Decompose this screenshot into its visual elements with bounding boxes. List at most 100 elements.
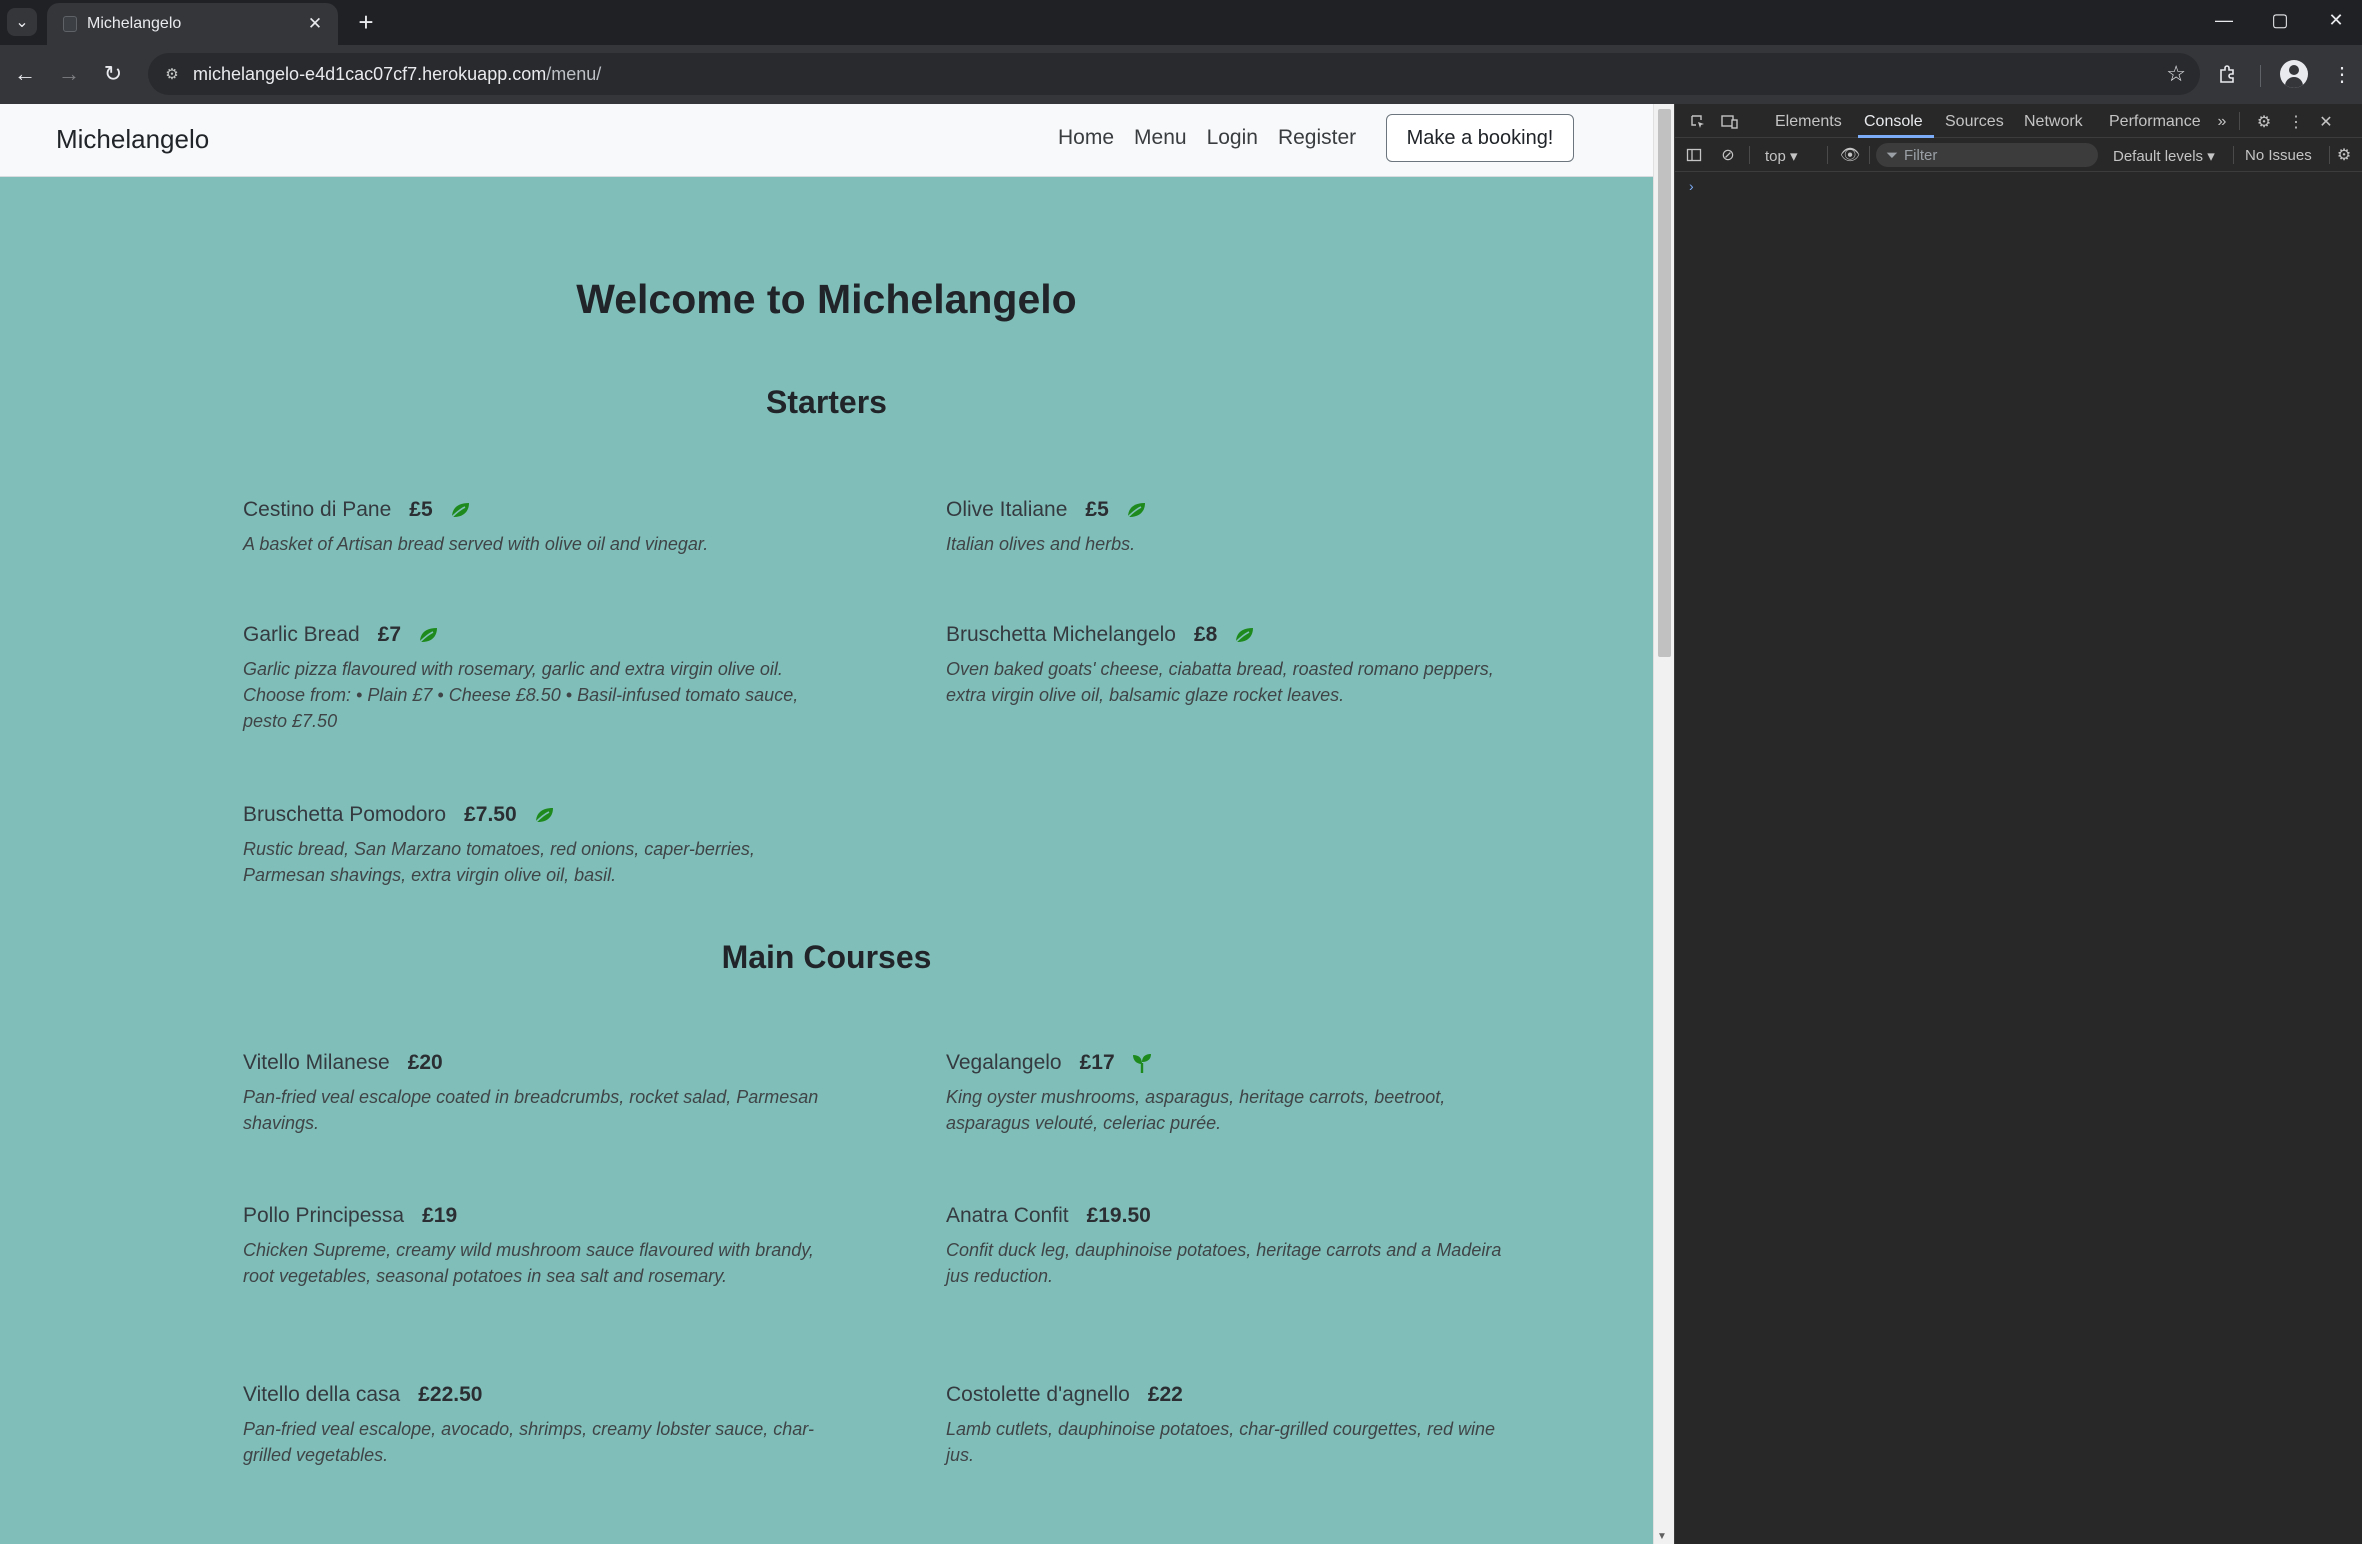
devtools-tab-console[interactable]: Console bbox=[1864, 113, 1923, 131]
menu-item-name: Vegalangelo bbox=[946, 1051, 1062, 1074]
page-scrollbar[interactable]: ▼ bbox=[1653, 104, 1674, 1544]
menu-item-description: Pan-fried veal escalope, avocado, shrimp… bbox=[243, 1419, 814, 1465]
bookmark-star-icon[interactable]: ☆ bbox=[2166, 61, 2186, 87]
close-window-button[interactable]: ✕ bbox=[2308, 0, 2362, 40]
inspect-element-icon[interactable] bbox=[1687, 111, 1709, 133]
browser-toolbar: ← → ↻ ⚙ michelangelo-e4d1cac07cf7.heroku… bbox=[0, 45, 2362, 104]
nav-link-login[interactable]: Login bbox=[1207, 126, 1258, 150]
menu-item-description: Garlic pizza flavoured with rosemary, ga… bbox=[243, 659, 799, 731]
back-button[interactable]: ← bbox=[8, 57, 42, 91]
devtools-tabbar: Elements Console Sources Network Perform… bbox=[1675, 104, 2362, 138]
menu-item-name: Vitello della casa bbox=[243, 1383, 401, 1406]
menu-item-description: Confit duck leg, dauphinoise potatoes, h… bbox=[946, 1240, 1502, 1286]
favicon-icon bbox=[63, 16, 77, 32]
menu-item-description: Lamb cutlets, dauphinoise potatoes, char… bbox=[946, 1419, 1495, 1465]
extensions-icon[interactable] bbox=[2212, 58, 2244, 90]
url-text: michelangelo-e4d1cac07cf7.herokuapp.com/… bbox=[193, 64, 602, 84]
menu-item-price: £19.50 bbox=[1086, 1204, 1151, 1227]
reload-button[interactable]: ↻ bbox=[96, 57, 130, 91]
menu-item: Bruschetta Michelangelo £8 Oven baked goat… bbox=[946, 621, 1526, 708]
devtools-close-icon[interactable]: ✕ bbox=[2315, 111, 2337, 133]
console-toolbar: ⊘ top ▾ 👁 ⏷ Filter Default levels ▾ No I… bbox=[1675, 138, 2362, 172]
devtools-settings-icon[interactable]: ⚙ bbox=[2253, 111, 2275, 133]
section-title-starters: Starters bbox=[766, 384, 887, 420]
menu-item-price: £19 bbox=[422, 1204, 458, 1227]
devtools-tab-network[interactable]: Network bbox=[2024, 113, 2083, 131]
nav-link-register[interactable]: Register bbox=[1278, 126, 1356, 150]
minimize-button[interactable]: — bbox=[2196, 0, 2252, 40]
menu-item-description: Chicken Supreme, creamy wild mushroom sa… bbox=[243, 1240, 814, 1286]
menu-item-name: Garlic Bread bbox=[243, 623, 360, 646]
site-brand[interactable]: Michelangelo bbox=[56, 124, 209, 155]
devtools-menu-icon[interactable]: ⋮ bbox=[2285, 111, 2307, 133]
menu-item-name: Costolette d'agnello bbox=[946, 1383, 1130, 1406]
scroll-down-arrow[interactable]: ▼ bbox=[1657, 1531, 1667, 1542]
leaf-icon bbox=[533, 806, 555, 824]
browser-tab[interactable]: Michelangelo ✕ bbox=[47, 3, 338, 45]
profile-avatar[interactable] bbox=[2280, 60, 2308, 88]
menu-item: Costolette d'agnello £22 Lamb cutlets, dau… bbox=[946, 1381, 1526, 1468]
nav-link-home[interactable]: Home bbox=[1058, 126, 1114, 150]
forward-button[interactable]: → bbox=[52, 57, 86, 91]
tab-strip: ⌄ Michelangelo ✕ + — ▢ ✕ bbox=[0, 0, 2362, 45]
menu-item-price: £22.50 bbox=[418, 1383, 483, 1406]
menu-item-description: King oyster mushrooms, asparagus, herita… bbox=[946, 1087, 1446, 1133]
leaf-icon bbox=[417, 626, 439, 644]
nav-link-menu[interactable]: Menu bbox=[1134, 126, 1187, 150]
live-expression-eye-icon[interactable]: 👁 bbox=[1839, 144, 1861, 166]
menu-item-description: Italian olives and herbs. bbox=[946, 534, 1136, 554]
menu-item-price: £22 bbox=[1147, 1383, 1183, 1406]
menu-item-name: Vitello Milanese bbox=[243, 1051, 390, 1074]
site-navbar: Michelangelo Home Menu Login Register Ma… bbox=[0, 104, 1653, 177]
console-filter-input[interactable]: ⏷ Filter bbox=[1876, 143, 2098, 167]
address-bar[interactable]: ⚙ michelangelo-e4d1cac07cf7.herokuapp.co… bbox=[148, 53, 2200, 95]
menu-item-price: £17 bbox=[1079, 1051, 1115, 1074]
menu-item-price: £5 bbox=[1085, 498, 1109, 521]
menu-item-name: Pollo Principessa bbox=[243, 1204, 405, 1227]
menu-item-price: £7 bbox=[377, 623, 402, 646]
more-tabs-icon[interactable]: » bbox=[2211, 111, 2233, 133]
menu-item: Olive Italiane £5 Italian olives and herbs… bbox=[946, 496, 1526, 557]
menu-item: Garlic Bread £7 Garlic pizza flavoured wit… bbox=[243, 621, 823, 734]
menu-item: Vitello Milanese £20 Pan-fried veal escalo… bbox=[243, 1049, 823, 1136]
console-settings-icon[interactable]: ⚙ bbox=[2333, 144, 2355, 166]
browser-menu-icon[interactable]: ⋮ bbox=[2326, 58, 2358, 90]
menu-item-price: £5 bbox=[409, 498, 433, 521]
leaf-icon bbox=[1125, 501, 1147, 519]
menu-item-name: Bruschetta Pomodoro bbox=[243, 803, 447, 826]
issues-counter[interactable]: No Issues bbox=[2245, 147, 2312, 164]
menu-item-name: Cestino di Pane bbox=[243, 498, 392, 521]
menu-item-description: A basket of Artisan bread served with ol… bbox=[243, 534, 709, 554]
new-tab-button[interactable]: + bbox=[350, 6, 382, 38]
log-levels-dropdown[interactable]: Default levels ▾ bbox=[2113, 147, 2215, 165]
page-viewport: Michelangelo Home Menu Login Register Ma… bbox=[0, 104, 1653, 1544]
devtools-tab-sources[interactable]: Sources bbox=[1945, 113, 2004, 131]
tab-search-button[interactable]: ⌄ bbox=[7, 8, 37, 36]
device-toolbar-icon[interactable] bbox=[1719, 111, 1741, 133]
make-booking-button[interactable]: Make a booking! bbox=[1386, 114, 1574, 162]
menu-item-name: Anatra Confit bbox=[946, 1204, 1069, 1227]
nav-links: Home Menu Login Register bbox=[1058, 126, 1356, 150]
menu-item-name: Olive Italiane bbox=[946, 498, 1068, 521]
site-info-icon[interactable]: ⚙ bbox=[162, 64, 182, 84]
maximize-button[interactable]: ▢ bbox=[2252, 0, 2308, 40]
close-tab-icon[interactable]: ✕ bbox=[304, 13, 326, 35]
menu-item: Bruschetta Pomodoro £7.50 Rustic bread, Sa… bbox=[243, 801, 823, 888]
menu-item-description: Rustic bread, San Marzano tomatoes, red … bbox=[243, 839, 755, 885]
console-prompt[interactable]: › bbox=[1689, 178, 1694, 194]
menu-item-price: £20 bbox=[407, 1051, 443, 1074]
menu-item: Cestino di Pane £5 A basket of Artisan bre… bbox=[243, 496, 823, 557]
menu-item: Vitello della casa £22.50 Pan-fried veal e… bbox=[243, 1381, 823, 1468]
menu-item: Vegalangelo £17 King oyster mushrooms, asp… bbox=[946, 1049, 1526, 1136]
devtools-tab-elements[interactable]: Elements bbox=[1775, 113, 1842, 131]
sidebar-toggle-icon[interactable] bbox=[1683, 144, 1705, 166]
seedling-icon bbox=[1131, 1052, 1153, 1074]
scrollbar-thumb[interactable] bbox=[1658, 109, 1671, 657]
devtools-panel: Elements Console Sources Network Perform… bbox=[1674, 104, 2362, 1544]
clear-console-icon[interactable]: ⊘ bbox=[1717, 144, 1739, 166]
page-title: Welcome to Michelangelo bbox=[576, 276, 1077, 322]
menu-item: Anatra Confit £19.50 Confit duck leg, daup… bbox=[946, 1202, 1526, 1289]
context-selector[interactable]: top ▾ bbox=[1765, 147, 1798, 165]
menu-item: Pollo Principessa £19 Chicken Supreme, cre… bbox=[243, 1202, 823, 1289]
devtools-tab-performance[interactable]: Performance bbox=[2109, 113, 2201, 131]
